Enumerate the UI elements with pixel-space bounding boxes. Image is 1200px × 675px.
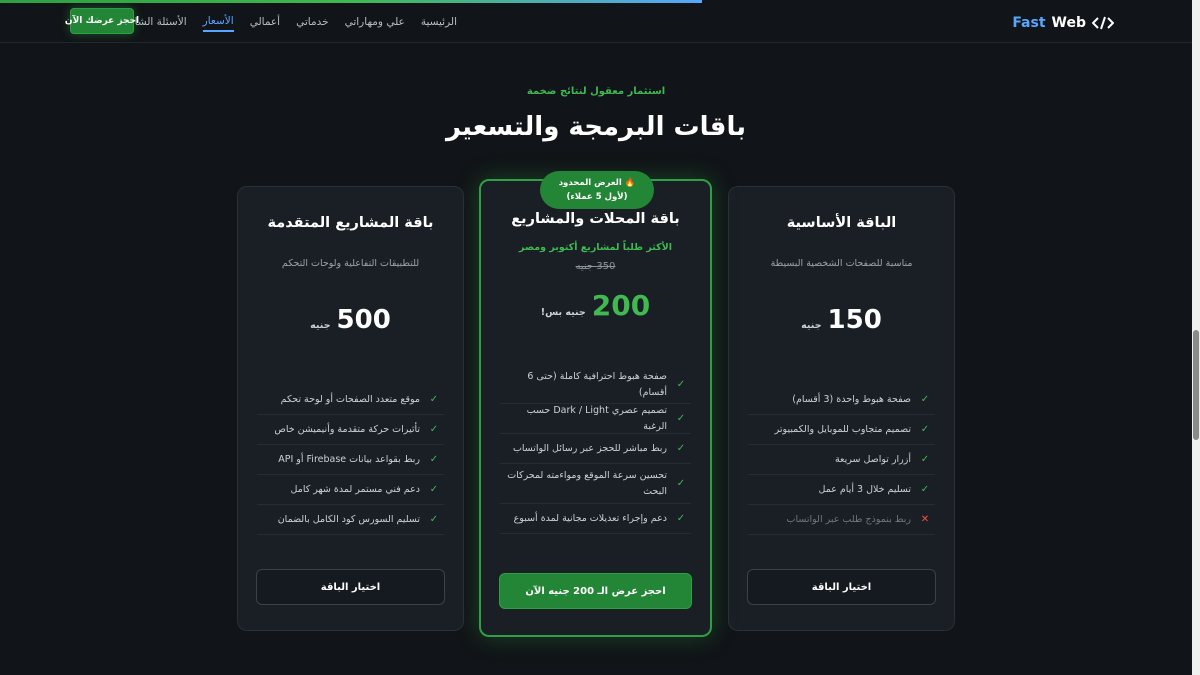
feature-text: ربط بنموذج طلب عبر الواتساب bbox=[786, 513, 911, 525]
feature-list: ✓ موقع متعدد الصفحات أو لوحة تحكم ✓ تأثيرات… bbox=[257, 385, 444, 535]
feature-item: ✓ أزرار تواصل سريعة bbox=[748, 445, 935, 475]
code-icon bbox=[1092, 16, 1114, 30]
feature-item: ✓ موقع متعدد الصفحات أو لوحة تحكم bbox=[257, 385, 444, 415]
old-price: 350 جنيه bbox=[575, 261, 616, 272]
check-icon: ✓ bbox=[676, 478, 686, 489]
feature-text: دعم وإجراء تعديلات مجانية لمدة أسبوع bbox=[513, 512, 667, 524]
plan-card-pro: باقة المشاريع المتقدمة للتطبيقات التفاعل… bbox=[237, 186, 464, 631]
feature-text: صفحة هبوط واحدة (3 أقسام) bbox=[792, 393, 911, 405]
badge-line-2: (لأول 5 عملاء) bbox=[566, 192, 628, 202]
feature-text: تسليم السورس كود الكامل بالضمان bbox=[277, 513, 420, 525]
check-icon: ✓ bbox=[429, 454, 439, 465]
nav-home[interactable]: الرئيسية bbox=[421, 16, 457, 31]
feature-list: ✓ صفحة هبوط احترافية كاملة (حتى 6 أقسام) ✓… bbox=[500, 366, 691, 534]
feature-item: ✓ تصميم متجاوب للموبايل والكمبيوتر bbox=[748, 415, 935, 445]
price-amount: 150 bbox=[827, 305, 882, 335]
plan-subtitle: للتطبيقات التفاعلية ولوحات التحكم bbox=[281, 258, 420, 269]
feature-item: ✓ تحسين سرعة الموقع ومواءمته لمحركات البح… bbox=[500, 464, 691, 504]
feature-item: ✓ ربط بقواعد بيانات Firebase أو API bbox=[257, 445, 444, 475]
plan-card-featured: 🔥 العرض المحدود (لأول 5 عملاء) باقة المح… bbox=[479, 171, 712, 637]
check-icon: ✓ bbox=[429, 424, 439, 435]
feature-item: ✓ تصميم عصري Dark / Light حسب الرغبة bbox=[500, 404, 691, 434]
check-icon: ✓ bbox=[920, 424, 930, 435]
feature-text: تحسين سرعة الموقع ومواءمته لمحركات البحث bbox=[507, 469, 667, 497]
feature-item: ✓ ربط مباشر للحجز عبر رسائل الواتساب bbox=[500, 434, 691, 464]
feature-text: تسليم خلال 3 أيام عمل bbox=[818, 483, 911, 495]
plan-card-basic: الباقة الأساسية مناسبة للصفحات الشخصية ا… bbox=[728, 186, 955, 631]
feature-item: ✓ تسليم خلال 3 أيام عمل bbox=[748, 475, 935, 505]
feature-item: ✓ صفحة هبوط واحدة (3 أقسام) bbox=[748, 385, 935, 415]
check-icon: ✓ bbox=[920, 454, 930, 465]
feature-text: ربط مباشر للحجز عبر رسائل الواتساب bbox=[512, 442, 667, 454]
price-currency: جنيه bbox=[801, 320, 822, 331]
feature-item: ✓ دعم فني مستمر لمدة شهر كامل bbox=[257, 475, 444, 505]
feature-item: ✓ تأثيرات حركة متقدمة وأنيميشن خاص bbox=[257, 415, 444, 445]
choose-plan-button[interactable]: اختيار الباقة bbox=[256, 569, 445, 605]
plan-price: 150 جنيه bbox=[729, 305, 954, 335]
feature-text: تصميم عصري Dark / Light حسب الرغبة bbox=[526, 404, 667, 432]
main-nav: الرئيسية علي ومهاراتي خدماتي أعمالي الأس… bbox=[121, 11, 457, 35]
feature-text: تأثيرات حركة متقدمة وأنيميشن خاص bbox=[274, 423, 420, 435]
plan-subtitle: الأكثر طلباً لمشاريع أكتوبر ومصر bbox=[519, 242, 672, 253]
feature-text: موقع متعدد الصفحات أو لوحة تحكم bbox=[280, 393, 420, 405]
check-icon: ✓ bbox=[429, 484, 439, 495]
plan-price: 200 جنيه بس! bbox=[481, 289, 710, 322]
feature-text: أزرار تواصل سريعة bbox=[834, 453, 911, 465]
check-icon: ✓ bbox=[920, 484, 930, 495]
plan-subtitle: مناسبة للصفحات الشخصية البسيطة bbox=[770, 258, 913, 269]
limited-offer-badge: 🔥 العرض المحدود (لأول 5 عملاء) bbox=[540, 171, 654, 209]
price-amount: 200 bbox=[591, 289, 651, 322]
site-header: Fast Web الرئيسية علي ومهاراتي خدماتي أع… bbox=[0, 3, 1192, 43]
section-eyebrow: استثمار معقول لنتائج ضخمة bbox=[526, 86, 666, 97]
choose-plan-button[interactable]: اختيار الباقة bbox=[747, 569, 936, 605]
feature-text: تصميم متجاوب للموبايل والكمبيوتر bbox=[774, 423, 911, 435]
price-currency: جنيه bbox=[310, 320, 331, 331]
brand-part-2: Web bbox=[1051, 15, 1086, 31]
book-offer-button[interactable]: احجز عرض الـ 200 جنيه الآن bbox=[499, 573, 692, 609]
page-scrollbar[interactable] bbox=[1192, 0, 1200, 675]
scrollbar-thumb[interactable] bbox=[1193, 330, 1199, 440]
check-icon: ✓ bbox=[429, 514, 439, 525]
feature-list: ✓ صفحة هبوط واحدة (3 أقسام) ✓ تصميم متجاوب … bbox=[748, 385, 935, 535]
nav-portfolio[interactable]: أعمالي bbox=[250, 16, 280, 31]
check-icon: ✓ bbox=[676, 379, 686, 390]
feature-item: ✕ ربط بنموذج طلب عبر الواتساب bbox=[748, 505, 935, 535]
price-currency: جنيه بس! bbox=[540, 307, 586, 318]
feature-item: ✓ تسليم السورس كود الكامل بالضمان bbox=[257, 505, 444, 535]
brand-logo[interactable]: Fast Web bbox=[1012, 11, 1114, 35]
plan-title: الباقة الأساسية bbox=[786, 215, 897, 231]
badge-line-1: 🔥 العرض المحدود bbox=[558, 178, 636, 188]
plan-price: 500 جنيه bbox=[238, 305, 463, 335]
nav-about[interactable]: علي ومهاراتي bbox=[345, 16, 405, 31]
price-amount: 500 bbox=[336, 305, 391, 335]
check-icon: ✓ bbox=[676, 413, 686, 424]
feature-text: ربط بقواعد بيانات Firebase أو API bbox=[278, 453, 420, 465]
feature-item: ✓ صفحة هبوط احترافية كاملة (حتى 6 أقسام) bbox=[500, 366, 691, 404]
plan-title: باقة المحلات والمشاريع bbox=[511, 211, 680, 227]
close-icon: ✕ bbox=[920, 514, 930, 525]
check-icon: ✓ bbox=[429, 394, 439, 405]
feature-item: ✓ دعم وإجراء تعديلات مجانية لمدة أسبوع bbox=[500, 504, 691, 534]
feature-text: دعم فني مستمر لمدة شهر كامل bbox=[290, 483, 420, 495]
check-icon: ✓ bbox=[676, 513, 686, 524]
check-icon: ✓ bbox=[920, 394, 930, 405]
nav-pricing[interactable]: الأسعار bbox=[202, 15, 234, 32]
nav-services[interactable]: خدماتي bbox=[296, 16, 329, 31]
feature-text: صفحة هبوط احترافية كاملة (حتى 6 أقسام) bbox=[527, 370, 667, 398]
check-icon: ✓ bbox=[676, 443, 686, 454]
section-title: باقات البرمجة والتسعير bbox=[446, 112, 746, 142]
plan-title: باقة المشاريع المتقدمة bbox=[267, 215, 434, 231]
brand-part-1: Fast bbox=[1012, 15, 1046, 31]
book-now-button[interactable]: احجز عرضك الآن bbox=[65, 8, 139, 34]
